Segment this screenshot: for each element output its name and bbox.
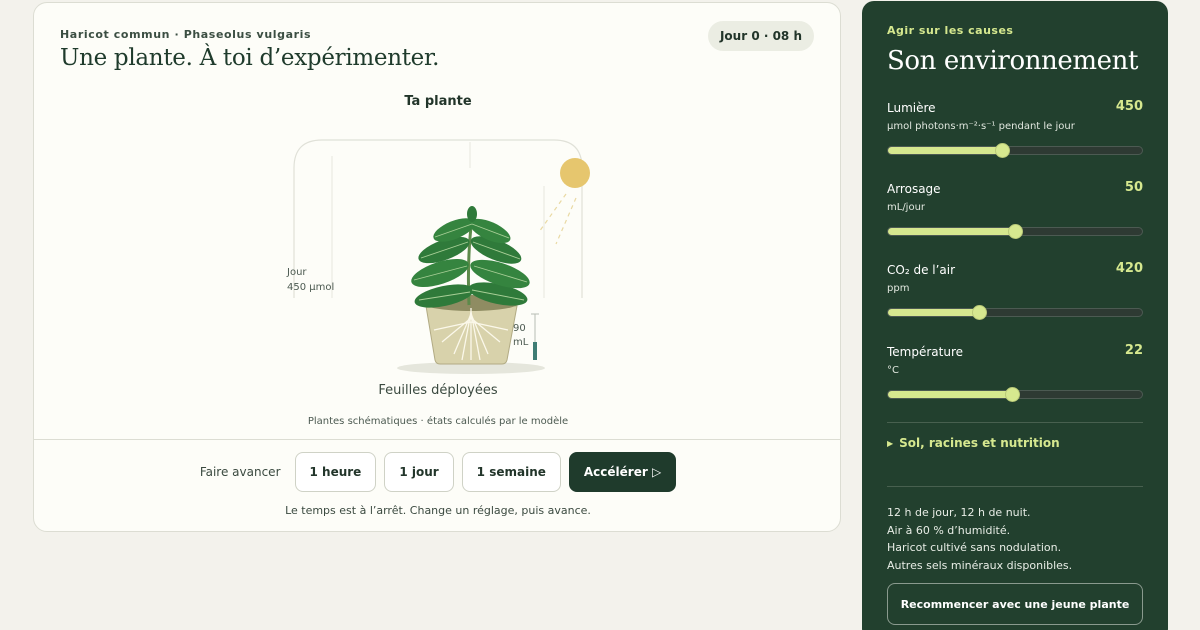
- triangle-right-icon: ▶: [887, 439, 894, 448]
- plant-heading: Ta plante: [404, 94, 472, 109]
- note-line: Autres sels minéraux disponibles.: [887, 558, 1073, 572]
- control-unit: µmol photons·m⁻²·s⁻¹ pendant le jour: [887, 121, 1075, 132]
- temperature-slider[interactable]: [887, 387, 1143, 402]
- soil-nutrition-expander[interactable]: ▶ Sol, racines et nutrition: [887, 436, 1060, 450]
- advance-day-button[interactable]: 1 jour: [384, 452, 454, 492]
- experiment-card: Haricot commun · Phaseolus vulgaris Une …: [33, 2, 841, 532]
- slider-thumb[interactable]: [1005, 387, 1021, 402]
- slider-thumb[interactable]: [1008, 224, 1023, 239]
- model-footnote: Plantes schématiques · états calculés pa…: [307, 416, 569, 427]
- control-name: Température: [887, 345, 964, 359]
- control-value: 420: [1115, 261, 1143, 276]
- control-name: CO₂ de l’air: [887, 263, 956, 277]
- water-unit: mL: [513, 337, 529, 348]
- reset-plant-button[interactable]: Recommencer avec une jeune plante: [887, 583, 1143, 625]
- advance-hour-button[interactable]: 1 heure: [294, 452, 377, 492]
- control-name: Lumière: [887, 101, 936, 115]
- co2-slider[interactable]: [887, 305, 1143, 320]
- slider-thumb[interactable]: [995, 143, 1011, 158]
- note-line: 12 h de jour, 12 h de nuit.: [887, 506, 1031, 519]
- divider: [34, 439, 840, 440]
- control-unit: ppm: [887, 283, 910, 294]
- panel-title: Son environnement: [887, 46, 1139, 76]
- species-label: Haricot commun · Phaseolus vulgaris: [60, 28, 312, 41]
- sun-ray: [538, 193, 567, 233]
- watering-slider[interactable]: [887, 224, 1143, 239]
- expander-label: Sol, racines et nutrition: [899, 436, 1060, 450]
- control-unit: mL/jour: [887, 202, 926, 213]
- day-label: Jour: [287, 267, 307, 278]
- slider-thumb[interactable]: [972, 305, 988, 320]
- advance-week-button[interactable]: 1 semaine: [461, 452, 561, 492]
- accelerate-button[interactable]: Accélérer ▷: [568, 452, 677, 492]
- control-unit: °C: [887, 365, 899, 376]
- control-value: 50: [1124, 180, 1143, 195]
- control-value: 22: [1124, 343, 1143, 358]
- panel-eyebrow: Agir sur les causes: [887, 24, 1014, 37]
- plant-scene-svg: [293, 139, 590, 374]
- conditions-notes: 12 h de jour, 12 h de nuit. Air à 60 % d…: [887, 504, 1072, 574]
- panel-divider: [887, 486, 1143, 487]
- note-line: Haricot cultivé sans nodulation.: [887, 541, 1062, 554]
- plant-state: Feuilles déployées: [378, 383, 498, 398]
- panel-divider: [887, 422, 1143, 423]
- light-slider[interactable]: [887, 143, 1143, 158]
- plant-illustration: [274, 128, 594, 388]
- status-text: Le temps est à l’arrêt. Change un réglag…: [285, 504, 591, 517]
- sun-ray: [555, 197, 577, 245]
- note-line: Air à 60 % d’humidité.: [887, 523, 1011, 537]
- clock-badge: Jour 0 · 08 h: [707, 21, 814, 51]
- light-reading: 450 µmol: [287, 282, 335, 293]
- advance-label: Faire avancer: [199, 465, 281, 479]
- water-reading: 90: [513, 323, 526, 334]
- environment-panel: Agir sur les causes Son environnement Lu…: [862, 1, 1168, 630]
- sun-icon: [560, 158, 590, 188]
- control-name: Arrosage: [887, 182, 941, 196]
- water-gauge-level: [533, 342, 537, 360]
- page-title: Une plante. À toi d’expérimenter.: [60, 45, 440, 71]
- time-controls: Faire avancer 1 heure 1 jour 1 semaine A…: [34, 452, 840, 492]
- control-value: 450: [1115, 99, 1143, 114]
